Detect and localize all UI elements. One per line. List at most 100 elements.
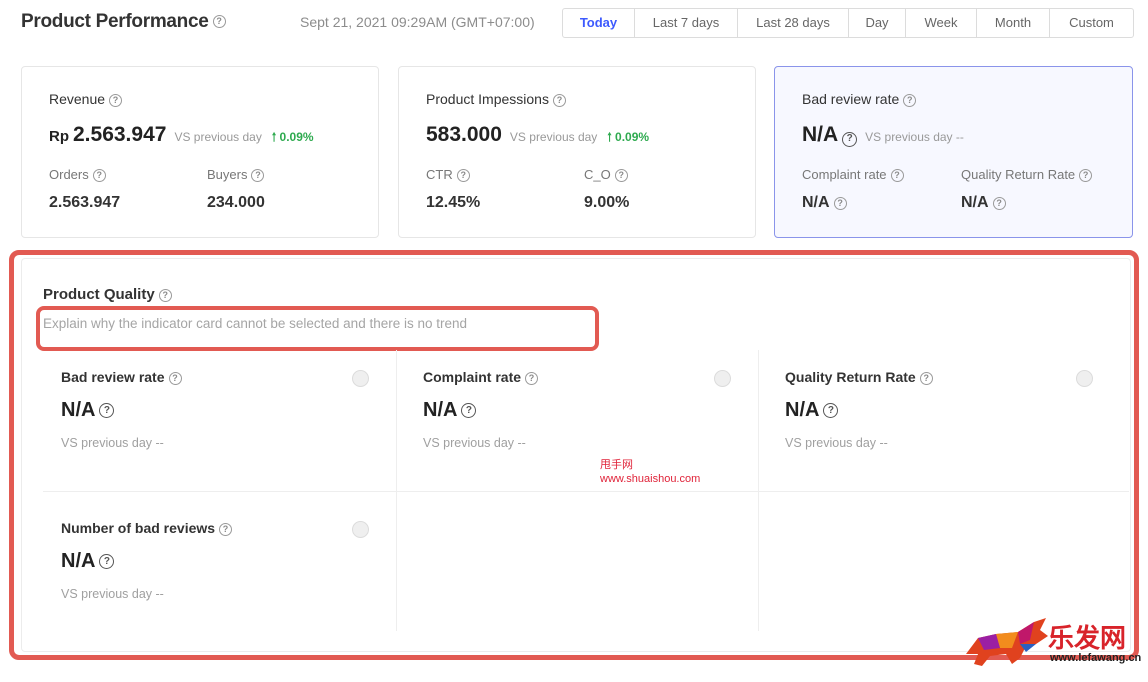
help-icon[interactable]: ?: [168, 371, 182, 385]
quality-card-value: N/A?: [785, 399, 933, 422]
select-radio[interactable]: [714, 370, 731, 387]
quality-return-rate-label: Quality Return Rate?: [961, 167, 1093, 183]
orders-label: Orders?: [49, 167, 106, 183]
revenue-delta-text: 0.09%: [279, 130, 314, 144]
quality-card-value-text: N/A: [423, 399, 458, 421]
quality-card-quality-return-rate: Quality Return Rate? N/A? VS previous da…: [785, 369, 933, 450]
report-datetime: Sept 21, 2021 09:29AM (GMT+07:00): [300, 14, 535, 30]
help-icon[interactable]: ?: [251, 169, 265, 183]
vs-previous-label: VS previous day: [509, 130, 598, 144]
revenue-title-text: Revenue: [49, 91, 106, 107]
quality-card-title-text: Bad review rate: [61, 369, 165, 385]
revenue-value: 2.563.947: [73, 123, 167, 146]
grid-divider: [396, 350, 397, 491]
arrow-up-icon: 🠑: [607, 130, 612, 144]
ctr-label-text: CTR: [426, 167, 453, 182]
help-icon[interactable]: ?: [833, 196, 847, 210]
bad-review-value: N/A: [802, 123, 839, 146]
quality-card-complaint-rate: Complaint rate? N/A? VS previous day --: [423, 369, 539, 450]
help-icon[interactable]: ?: [525, 371, 539, 385]
quality-card-title-text: Number of bad reviews: [61, 520, 216, 536]
bad-review-card[interactable]: Bad review rate? N/A? VS previous day --…: [774, 66, 1133, 238]
quality-return-rate-label-text: Quality Return Rate: [961, 167, 1076, 182]
impressions-delta-text: 0.09%: [615, 130, 650, 144]
vs-previous-label: VS previous day --: [423, 436, 526, 450]
impressions-value-line: 583.000 VS previous day 🠑 0.09%: [426, 123, 649, 149]
range-month-button[interactable]: Month: [977, 9, 1050, 37]
co-label: C_O?: [584, 167, 628, 183]
impressions-delta: 🠑 0.09%: [607, 128, 649, 149]
complaint-rate-label-text: Complaint rate: [802, 167, 887, 182]
help-icon[interactable]: ?: [823, 403, 839, 418]
help-icon[interactable]: ?: [212, 15, 226, 29]
help-icon[interactable]: ?: [158, 288, 172, 302]
help-icon[interactable]: ?: [903, 93, 917, 107]
quality-card-bad-review-rate: Bad review rate? N/A? VS previous day --: [61, 369, 182, 450]
revenue-card[interactable]: Revenue? Rp 2.563.947 VS previous day 🠑 …: [21, 66, 379, 238]
range-today-button[interactable]: Today: [563, 9, 635, 37]
logo-url: www.lefawang.cn: [1050, 652, 1142, 664]
select-radio[interactable]: [1076, 370, 1093, 387]
quality-card-value-text: N/A: [61, 399, 96, 421]
complaint-rate-value: N/A?: [802, 194, 847, 212]
help-icon[interactable]: ?: [552, 93, 566, 107]
range-last-28-days-button[interactable]: Last 28 days: [738, 9, 849, 37]
range-last-7-days-button[interactable]: Last 7 days: [635, 9, 738, 37]
range-week-button[interactable]: Week: [906, 9, 977, 37]
range-day-button[interactable]: Day: [849, 9, 906, 37]
buyers-label-text: Buyers: [207, 167, 248, 182]
help-icon[interactable]: ?: [614, 169, 628, 183]
bad-review-title-text: Bad review rate: [802, 91, 900, 107]
select-radio[interactable]: [352, 521, 369, 538]
arrow-up-icon: 🠑: [271, 130, 277, 144]
grid-divider: [396, 491, 397, 631]
complaint-rate-value-text: N/A: [802, 194, 830, 211]
quality-card-number-of-bad-reviews: Number of bad reviews? N/A? VS previous …: [61, 520, 233, 601]
help-icon[interactable]: ?: [109, 93, 123, 107]
product-quality-title-text: Product Quality: [43, 286, 155, 303]
watermark-text: 甩手网: [600, 459, 633, 471]
orders-value: 2.563.947: [49, 194, 121, 211]
product-quality-title: Product Quality?: [43, 286, 172, 303]
help-icon[interactable]: ?: [992, 196, 1006, 210]
buyers-label: Buyers?: [207, 167, 265, 183]
watermark-url: www.shuaishou.com: [600, 473, 701, 485]
bad-review-title: Bad review rate?: [802, 91, 917, 107]
quality-card-value-text: N/A: [785, 399, 820, 421]
help-icon[interactable]: ?: [461, 403, 477, 418]
vs-previous-label: VS previous day --: [785, 436, 888, 450]
quality-card-title-text: Complaint rate: [423, 369, 522, 385]
ctr-value: 12.45%: [426, 194, 481, 211]
help-icon[interactable]: ?: [842, 131, 858, 147]
vs-previous-label: VS previous day --: [865, 130, 964, 144]
revenue-value-line: Rp 2.563.947 VS previous day 🠑 0.09%: [49, 123, 314, 149]
range-custom-button[interactable]: Custom: [1050, 9, 1133, 37]
impressions-card[interactable]: Product Impessions? 583.000 VS previous …: [398, 66, 756, 238]
quality-card-value: N/A?: [61, 399, 182, 422]
quality-card-title-text: Quality Return Rate: [785, 369, 916, 385]
grid-divider: [758, 491, 759, 631]
help-icon[interactable]: ?: [99, 554, 115, 569]
grid-divider: [43, 491, 1129, 492]
help-icon[interactable]: ?: [99, 403, 115, 418]
help-icon[interactable]: ?: [919, 371, 933, 385]
help-icon[interactable]: ?: [92, 169, 106, 183]
complaint-rate-label: Complaint rate?: [802, 167, 904, 183]
impressions-title: Product Impessions?: [426, 91, 566, 107]
help-icon[interactable]: ?: [1079, 169, 1093, 183]
ctr-label: CTR?: [426, 167, 470, 183]
revenue-delta: 🠑 0.09%: [272, 128, 314, 149]
help-icon[interactable]: ?: [219, 522, 233, 536]
buyers-value: 234.000: [207, 194, 265, 211]
help-icon[interactable]: ?: [890, 169, 904, 183]
vs-previous-label: VS previous day --: [61, 436, 164, 450]
quality-card-title: Complaint rate?: [423, 369, 539, 385]
orders-label-text: Orders: [49, 167, 89, 182]
select-radio[interactable]: [352, 370, 369, 387]
quality-card-title: Quality Return Rate?: [785, 369, 933, 385]
currency-label: Rp: [49, 128, 69, 145]
grid-divider: [758, 350, 759, 491]
logo-text: 乐发网: [1048, 624, 1127, 654]
bad-review-value-line: N/A? VS previous day --: [802, 123, 964, 147]
help-icon[interactable]: ?: [456, 169, 470, 183]
